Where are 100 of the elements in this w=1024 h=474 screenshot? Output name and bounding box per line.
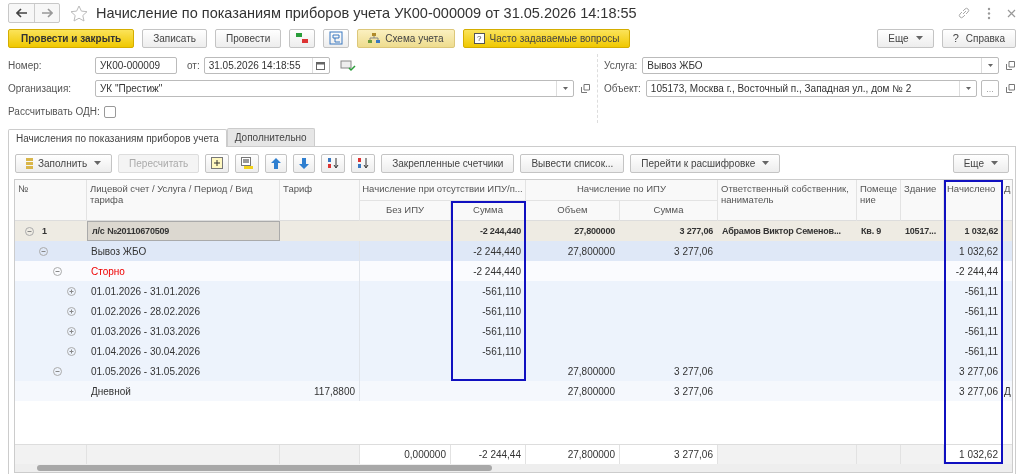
tab[interactable]: Дополнительно	[226, 128, 315, 146]
collapse-icon[interactable]	[39, 246, 48, 256]
star-icon[interactable]	[70, 4, 88, 22]
more-button[interactable]: Еще	[952, 153, 1009, 173]
arrow-down-icon	[299, 157, 310, 169]
structure-button[interactable]	[323, 28, 350, 48]
document-check-icon[interactable]	[339, 59, 356, 72]
drilldown-button[interactable]: Перейти к расшифровке	[630, 153, 781, 173]
caret-icon	[762, 161, 770, 165]
dropdown-icon[interactable]	[965, 87, 971, 90]
tab[interactable]: Начисления по показаниям приборов учета	[8, 129, 227, 147]
collapse-icon[interactable]	[53, 266, 62, 276]
arrow-right-icon	[41, 8, 53, 18]
odn-label: Рассчитывать ОДН:	[8, 106, 100, 117]
table-cell: 27,800000	[567, 245, 615, 257]
caret-icon	[991, 161, 998, 165]
table-cell: 3 277,06	[674, 365, 713, 377]
open-icon[interactable]	[1006, 84, 1015, 93]
ledger-icon	[295, 31, 310, 45]
caret-icon	[94, 161, 102, 165]
table-cell: 1 032,62	[964, 226, 998, 236]
table-cell: 01.03.2026 - 31.03.2026	[91, 325, 200, 337]
move-up-button[interactable]	[265, 153, 288, 173]
question-icon: ?	[952, 32, 959, 44]
table-cell: -561,11	[964, 285, 998, 297]
service-field[interactable]: Вывоз ЖБО	[642, 57, 999, 74]
list-icon	[241, 157, 254, 169]
structure-icon	[329, 31, 344, 45]
hierarchy-icon	[368, 32, 381, 44]
table-cell: -2 244,44	[955, 265, 998, 277]
dropdown-icon[interactable]	[562, 87, 568, 90]
expand-icon[interactable]	[67, 306, 76, 316]
sort-ascending-button[interactable]	[321, 153, 346, 173]
open-icon[interactable]	[1006, 61, 1015, 70]
save-button[interactable]: Записать	[142, 28, 207, 48]
number-field[interactable]: УК00-000009	[95, 57, 177, 74]
stack-icon	[26, 157, 33, 169]
column-header[interactable]: Начисление по ИПУ	[526, 180, 718, 201]
scheme-button[interactable]: Схема учета	[357, 28, 455, 48]
table-cell: Абрамов Виктор Семенов...	[722, 226, 841, 236]
table-cell: -561,11	[964, 325, 998, 337]
open-icon[interactable]	[581, 84, 590, 93]
column-header[interactable]: Начисление при отсутствии ИПУ/п...	[360, 180, 526, 201]
calendar-icon[interactable]	[316, 61, 326, 70]
menu-icon[interactable]	[987, 6, 991, 20]
organization-field[interactable]: УК "Престиж"	[95, 80, 574, 97]
table-cell: -561,110	[482, 345, 521, 357]
add-rows-button[interactable]	[205, 153, 230, 173]
table-cell: 3 277,06	[959, 365, 998, 377]
total-cell: 0,000000	[404, 449, 446, 460]
more-button[interactable]: Еще	[877, 28, 934, 48]
sort-icon	[327, 157, 340, 169]
number-label: Номер:	[8, 60, 43, 71]
pinned-meters-button[interactable]: Закрепленные счетчики	[381, 153, 515, 173]
service-label: Услуга:	[604, 60, 638, 71]
date-field[interactable]: 31.05.2026 14:18:55	[203, 57, 330, 74]
close-icon[interactable]	[1007, 8, 1016, 18]
move-down-button[interactable]	[293, 153, 316, 173]
column-header[interactable]: Д	[1003, 180, 1012, 221]
object-label: Объект:	[604, 83, 641, 94]
table-cell: Сторно	[91, 265, 125, 277]
odn-checkbox[interactable]	[103, 105, 116, 118]
sort-icon	[357, 157, 370, 169]
dropdown-icon[interactable]	[987, 64, 993, 67]
post-button[interactable]: Провести	[215, 28, 282, 48]
collapse-icon[interactable]	[25, 226, 34, 236]
table-cell: л/с №20110670509	[92, 226, 170, 236]
table-cell: 3 277,06	[679, 226, 713, 236]
question-icon: ?	[473, 32, 485, 44]
table-cell: -561,110	[482, 305, 521, 317]
print-list-button[interactable]: Вывести список...	[520, 153, 625, 173]
table-cell: 3 277,06	[674, 245, 713, 257]
table-cell: 1 032,62	[959, 245, 998, 257]
table-cell: 3 277,06	[959, 385, 998, 397]
ledger-button[interactable]	[289, 28, 316, 48]
faq-button[interactable]: ? Часто задаваемые вопросы	[462, 28, 631, 48]
table-cell: -561,110	[482, 285, 521, 297]
total-cell: 27,800000	[567, 449, 615, 460]
window-title: Начисление по показаниям приборов учета УК00-000009 от 31.05.2026 14:18:55	[96, 5, 638, 21]
sort-descending-button[interactable]	[351, 153, 376, 173]
table-cell: -2 244,440	[473, 265, 521, 277]
total-cell: 3 277,06	[674, 449, 713, 460]
date-label: от:	[187, 60, 200, 71]
table-cell: 10517...	[905, 226, 936, 236]
post-and-close-button[interactable]: Провести и закрыть	[8, 28, 135, 48]
fill-button[interactable]: Заполнить	[15, 153, 113, 173]
object-field[interactable]: 105173, Москва г., Восточный п., Западная ул., дом № 2	[645, 80, 977, 97]
table-cell: Кв. 9	[861, 226, 882, 236]
table-cell: 01.04.2026 - 30.04.2026	[91, 345, 200, 357]
list-button[interactable]	[235, 153, 260, 173]
table-cell: Дневной	[91, 385, 131, 397]
scrollbar[interactable]	[15, 464, 1012, 472]
expand-icon[interactable]	[67, 326, 76, 336]
expand-icon[interactable]	[67, 286, 76, 296]
table-cell: Д	[1004, 385, 1011, 397]
table-cell: Вывоз ЖБО	[91, 245, 147, 257]
help-button[interactable]: ? Справка	[941, 28, 1016, 48]
link-icon[interactable]	[957, 6, 971, 20]
expand-icon[interactable]	[67, 346, 76, 356]
collapse-icon[interactable]	[53, 366, 62, 376]
